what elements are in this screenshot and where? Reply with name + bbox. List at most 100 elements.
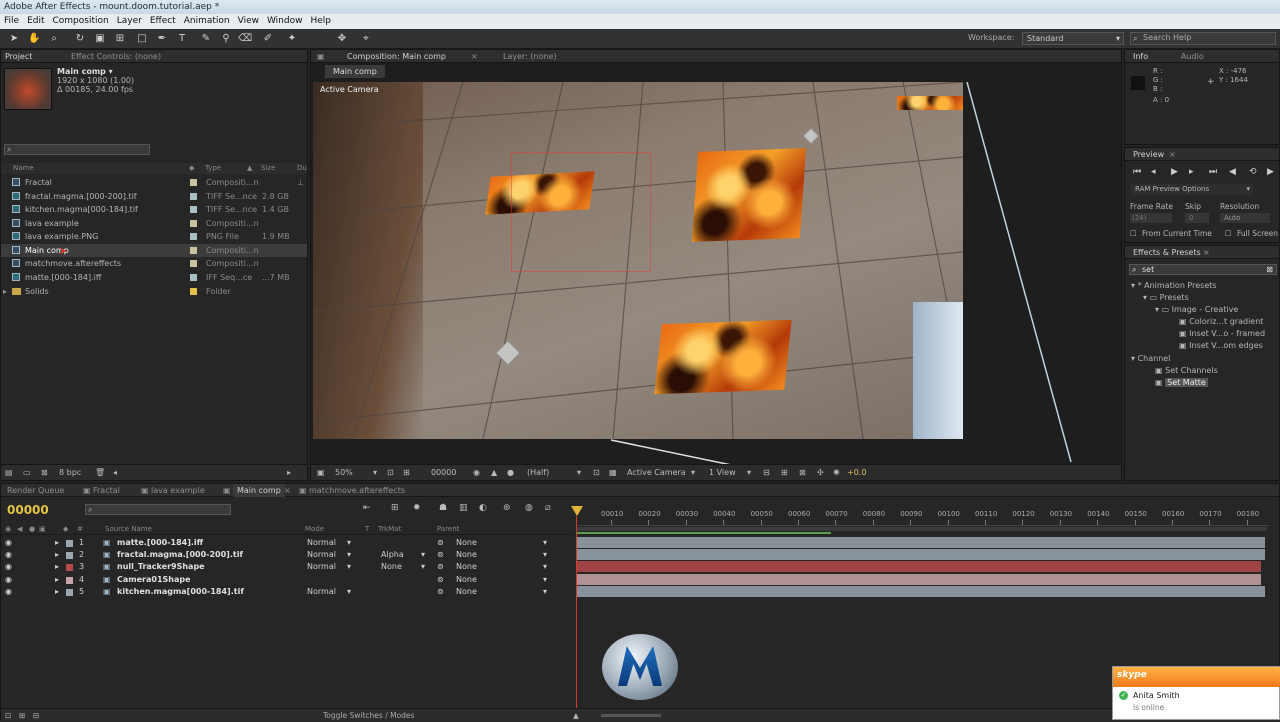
pick-whip-icon[interactable]: ⊚ bbox=[437, 574, 444, 586]
region-of-interest-icon[interactable]: ⊡ bbox=[593, 465, 600, 481]
scroll-left-icon[interactable]: ◂ bbox=[113, 465, 117, 481]
timeline-search-input[interactable]: ⌕ bbox=[85, 504, 231, 515]
menu-edit[interactable]: Edit bbox=[23, 14, 48, 29]
layer-label-swatch[interactable] bbox=[66, 588, 73, 596]
tab-info[interactable]: Info bbox=[1133, 50, 1148, 63]
tab-effect-controls[interactable]: Effect Controls: (none) bbox=[71, 50, 161, 63]
disclosure-triangle-icon[interactable]: ▸ bbox=[55, 549, 59, 561]
trash-icon[interactable]: 🗑 bbox=[95, 465, 105, 481]
time-ruler[interactable]: 00010 00020 00030 00040 00050 00060 00070 00080… bbox=[575, 504, 1269, 526]
channel-icon[interactable]: ● bbox=[507, 465, 514, 481]
parent-dropdown[interactable]: None bbox=[456, 537, 477, 549]
column-type[interactable]: Type bbox=[205, 163, 221, 174]
layer-name[interactable]: null_Tracker9Shape bbox=[117, 561, 205, 573]
project-search-input[interactable]: ⌕ bbox=[4, 144, 150, 155]
layer-duration-bar[interactable] bbox=[577, 537, 1265, 548]
visibility-icon[interactable]: ◉ bbox=[5, 561, 12, 573]
zoom-out-icon[interactable]: ▲ bbox=[573, 709, 579, 722]
layer-name[interactable]: fractal.magma.[000-200].tif bbox=[117, 549, 243, 561]
disclosure-triangle-icon[interactable]: ▸ bbox=[3, 285, 7, 298]
project-item[interactable]: fractal.magma.[000-200].tif TIFF Se...nc… bbox=[1, 190, 307, 203]
safe-margins-icon[interactable]: ⊡ bbox=[387, 465, 394, 481]
layer-duration-bar[interactable] bbox=[577, 549, 1265, 561]
project-item[interactable]: matchmove.aftereffects Compositi...n bbox=[1, 257, 307, 270]
parent-dropdown[interactable]: None bbox=[456, 549, 477, 561]
project-item[interactable]: kitchen.magma[000-184].tif TIFF Se...nce… bbox=[1, 203, 307, 216]
disclosure-triangle-icon[interactable]: ▸ bbox=[55, 561, 59, 573]
toggle-switches-modes-button[interactable]: Toggle Switches / Modes bbox=[323, 709, 414, 722]
menu-view[interactable]: View bbox=[234, 14, 263, 29]
tab-composition[interactable]: Composition: Main comp bbox=[347, 50, 446, 63]
next-frame-icon[interactable]: ▸ bbox=[1189, 167, 1194, 177]
brainstorm-icon[interactable]: ⊛ bbox=[503, 503, 511, 513]
column-t[interactable]: T bbox=[365, 524, 369, 535]
tab-audio[interactable]: Audio bbox=[1181, 50, 1204, 63]
project-item[interactable]: matte.[000-184].iff IFF Seq...ce ...7 MB bbox=[1, 271, 307, 284]
interpret-footage-icon[interactable]: ▤ bbox=[5, 465, 13, 481]
column-trkmat[interactable]: TrkMat bbox=[378, 524, 401, 535]
menu-window[interactable]: Window bbox=[263, 14, 307, 29]
column-mode[interactable]: Mode bbox=[305, 524, 324, 535]
pan-behind-tool-icon[interactable]: ⊞ bbox=[114, 33, 126, 45]
menu-animation[interactable]: Animation bbox=[180, 14, 234, 29]
column-parent[interactable]: Parent bbox=[437, 524, 459, 535]
previous-frame-icon[interactable]: ◂ bbox=[1151, 167, 1156, 177]
clear-search-icon[interactable]: ⊠ bbox=[1266, 265, 1273, 274]
eraser-tool-icon[interactable]: ⌫ bbox=[238, 33, 252, 45]
zoom-tool-icon[interactable]: ⌕ bbox=[48, 33, 60, 45]
layer-duration-bar[interactable] bbox=[577, 573, 1261, 585]
visibility-icon[interactable]: ◉ bbox=[5, 586, 12, 598]
comp-mini-flowchart-icon[interactable]: ⇤ bbox=[363, 503, 371, 513]
project-item-selected[interactable]: Main comp ➤ Compositi...n bbox=[1, 244, 307, 257]
layer-label-swatch[interactable] bbox=[66, 552, 73, 560]
layer-name[interactable]: Camera01Shape bbox=[117, 574, 191, 586]
lock-icon[interactable]: ▣ bbox=[317, 50, 325, 63]
column-name[interactable]: Name bbox=[13, 163, 34, 174]
layer-row[interactable]: ◉ ▸ 4 ▣ Camera01Shape ⊚ None ▾ bbox=[1, 574, 571, 586]
project-item[interactable]: lava example.PNG PNG File 1.9 MB bbox=[1, 230, 307, 243]
menu-composition[interactable]: Composition bbox=[49, 14, 113, 29]
first-frame-icon[interactable]: ⏮ bbox=[1133, 167, 1141, 177]
graph-editor-icon[interactable]: ⧄ bbox=[545, 503, 551, 513]
column-size[interactable]: Size bbox=[261, 163, 275, 174]
world-axis-icon[interactable]: ⌖ bbox=[360, 33, 372, 45]
zoom-slider[interactable] bbox=[601, 714, 661, 717]
always-preview-icon[interactable]: ▣ bbox=[317, 465, 325, 481]
menu-file[interactable]: File bbox=[0, 14, 23, 29]
project-item[interactable]: lava example Compositi...n bbox=[1, 217, 307, 230]
selected-item-name[interactable]: Main comp ▾ bbox=[57, 67, 113, 76]
new-folder-icon[interactable]: ▭ bbox=[23, 465, 31, 481]
layer-switches-icon[interactable]: ⊡ bbox=[5, 709, 11, 722]
flowchart-icon[interactable]: ✣ bbox=[817, 465, 824, 481]
trkmat-dropdown[interactable]: None bbox=[381, 561, 402, 573]
fast-previews-icon[interactable]: ⊞ bbox=[781, 465, 788, 481]
auto-keyframe-icon[interactable]: ◍ bbox=[525, 503, 533, 513]
rotate-tool-icon[interactable]: ↻ bbox=[74, 33, 86, 45]
work-area-bar[interactable] bbox=[577, 527, 1267, 531]
clone-tool-icon[interactable]: ⚲ bbox=[220, 33, 232, 45]
hide-shy-icon[interactable]: ☗ bbox=[439, 503, 447, 513]
motion-blur-icon[interactable]: ◐ bbox=[479, 503, 487, 513]
tab-lava-example[interactable]: lava example bbox=[151, 484, 205, 497]
live-update-icon[interactable]: ⊞ bbox=[391, 503, 399, 513]
axis-mode-icon[interactable]: ✥ bbox=[336, 33, 348, 45]
skype-notification[interactable]: skype ✓ Anita Smith is online bbox=[1112, 666, 1280, 720]
parent-dropdown[interactable]: None bbox=[456, 574, 477, 586]
close-icon[interactable]: × bbox=[471, 50, 478, 63]
layer-name[interactable]: matte.[000-184].iff bbox=[117, 537, 203, 549]
hand-tool-icon[interactable]: ✋ bbox=[28, 33, 40, 45]
loop-icon[interactable]: ⟲ bbox=[1249, 167, 1257, 177]
frame-rate-dropdown[interactable]: (24) bbox=[1130, 213, 1172, 223]
tab-layer[interactable]: Layer: (none) bbox=[503, 50, 557, 63]
from-current-time-checkbox[interactable]: ☐ bbox=[1130, 229, 1137, 238]
pick-whip-icon[interactable]: ⊚ bbox=[437, 586, 444, 598]
tab-project[interactable]: Project bbox=[5, 50, 32, 63]
draft-3d-icon[interactable]: ✹ bbox=[413, 503, 421, 513]
pen-tool-icon[interactable]: ✒ bbox=[156, 33, 168, 45]
play-icon[interactable]: ▶ bbox=[1171, 167, 1178, 177]
brush-tool-icon[interactable]: ✎ bbox=[200, 33, 212, 45]
mute-audio-icon[interactable]: ◀ bbox=[1229, 167, 1236, 177]
show-snapshot-icon[interactable]: ▲ bbox=[491, 465, 497, 481]
pick-whip-icon[interactable]: ⊚ bbox=[437, 549, 444, 561]
disclosure-triangle-icon[interactable]: ▸ bbox=[55, 586, 59, 598]
